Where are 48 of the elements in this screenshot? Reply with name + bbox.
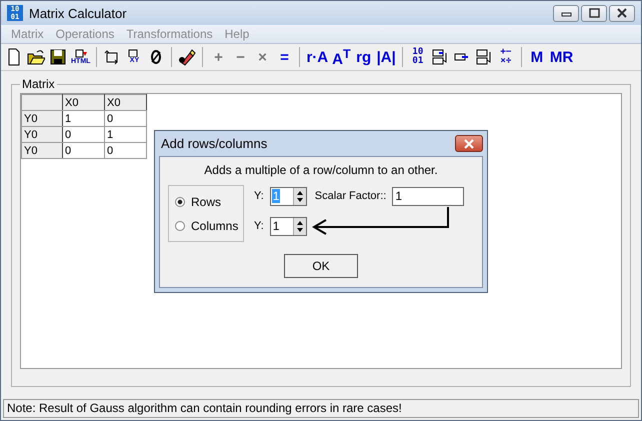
- close-button[interactable]: [455, 135, 483, 152]
- column-header: X0: [104, 94, 146, 110]
- dialog-description: Adds a multiple of a row/column to an other.: [203, 163, 439, 177]
- toolbar-button[interactable]: +− ×÷: [494, 46, 517, 68]
- toolbar-button[interactable]: 10 01: [406, 46, 429, 68]
- dialog-title: Add rows/columns: [161, 136, 268, 151]
- row-header: Y0: [22, 126, 62, 142]
- close-icon: [462, 138, 476, 148]
- field-label: Y:: [254, 190, 264, 202]
- spin-field[interactable]: 1: [270, 216, 307, 236]
- row-header: Y0: [22, 142, 62, 158]
- matrix-cell[interactable]: 1: [104, 126, 146, 142]
- toolbar-button[interactable]: M: [526, 46, 548, 68]
- row-swap-icon: [430, 48, 449, 66]
- matrix-cell[interactable]: 1: [62, 110, 104, 126]
- eraser-icon: [178, 48, 196, 66]
- toolbar-button[interactable]: A$^{T}$: [330, 46, 353, 68]
- open-folder-icon: [27, 48, 45, 66]
- close-icon: [615, 8, 629, 18]
- spin-arrows-icon[interactable]: [292, 218, 306, 234]
- group-label: Matrix: [21, 77, 56, 91]
- window-title: Matrix Calculator: [29, 6, 127, 20]
- radio-option[interactable]: Rows: [175, 194, 243, 208]
- matrix-cell[interactable]: 0: [104, 110, 146, 126]
- toolbar-button[interactable]: |A|: [374, 46, 398, 68]
- row-header: Y0: [22, 110, 62, 126]
- toolbar-button[interactable]: =: [273, 46, 296, 68]
- matrix-cell[interactable]: 0: [104, 142, 146, 158]
- row-add-icon: [474, 48, 493, 66]
- spin-arrows-icon[interactable]: [292, 188, 306, 204]
- radio-option[interactable]: Columns: [175, 218, 243, 232]
- minimize-button[interactable]: [553, 4, 579, 22]
- status-bar: Note: Result of Gauss algorithm can contain rounding errors in rare cases!: [3, 399, 639, 418]
- field-label: Scalar Factor::: [314, 190, 386, 202]
- maximize-button[interactable]: [581, 4, 607, 22]
- toolbar-button[interactable]: rg: [352, 46, 375, 68]
- field-label: Y:: [254, 220, 264, 232]
- column-header: X0: [62, 94, 104, 110]
- matrix-cell[interactable]: 0: [62, 126, 104, 142]
- document-arrow-icon: [74, 48, 87, 58]
- close-button[interactable]: [609, 4, 635, 22]
- toolbar-button[interactable]: MR: [548, 46, 576, 68]
- scalar-field[interactable]: 1: [392, 186, 464, 206]
- toolbar-button[interactable]: r·A: [304, 46, 330, 68]
- matrix-cell[interactable]: 0: [62, 142, 104, 158]
- maximize-icon: [587, 8, 601, 18]
- save-icon: [49, 48, 67, 66]
- ok-button[interactable]: OK: [284, 254, 358, 278]
